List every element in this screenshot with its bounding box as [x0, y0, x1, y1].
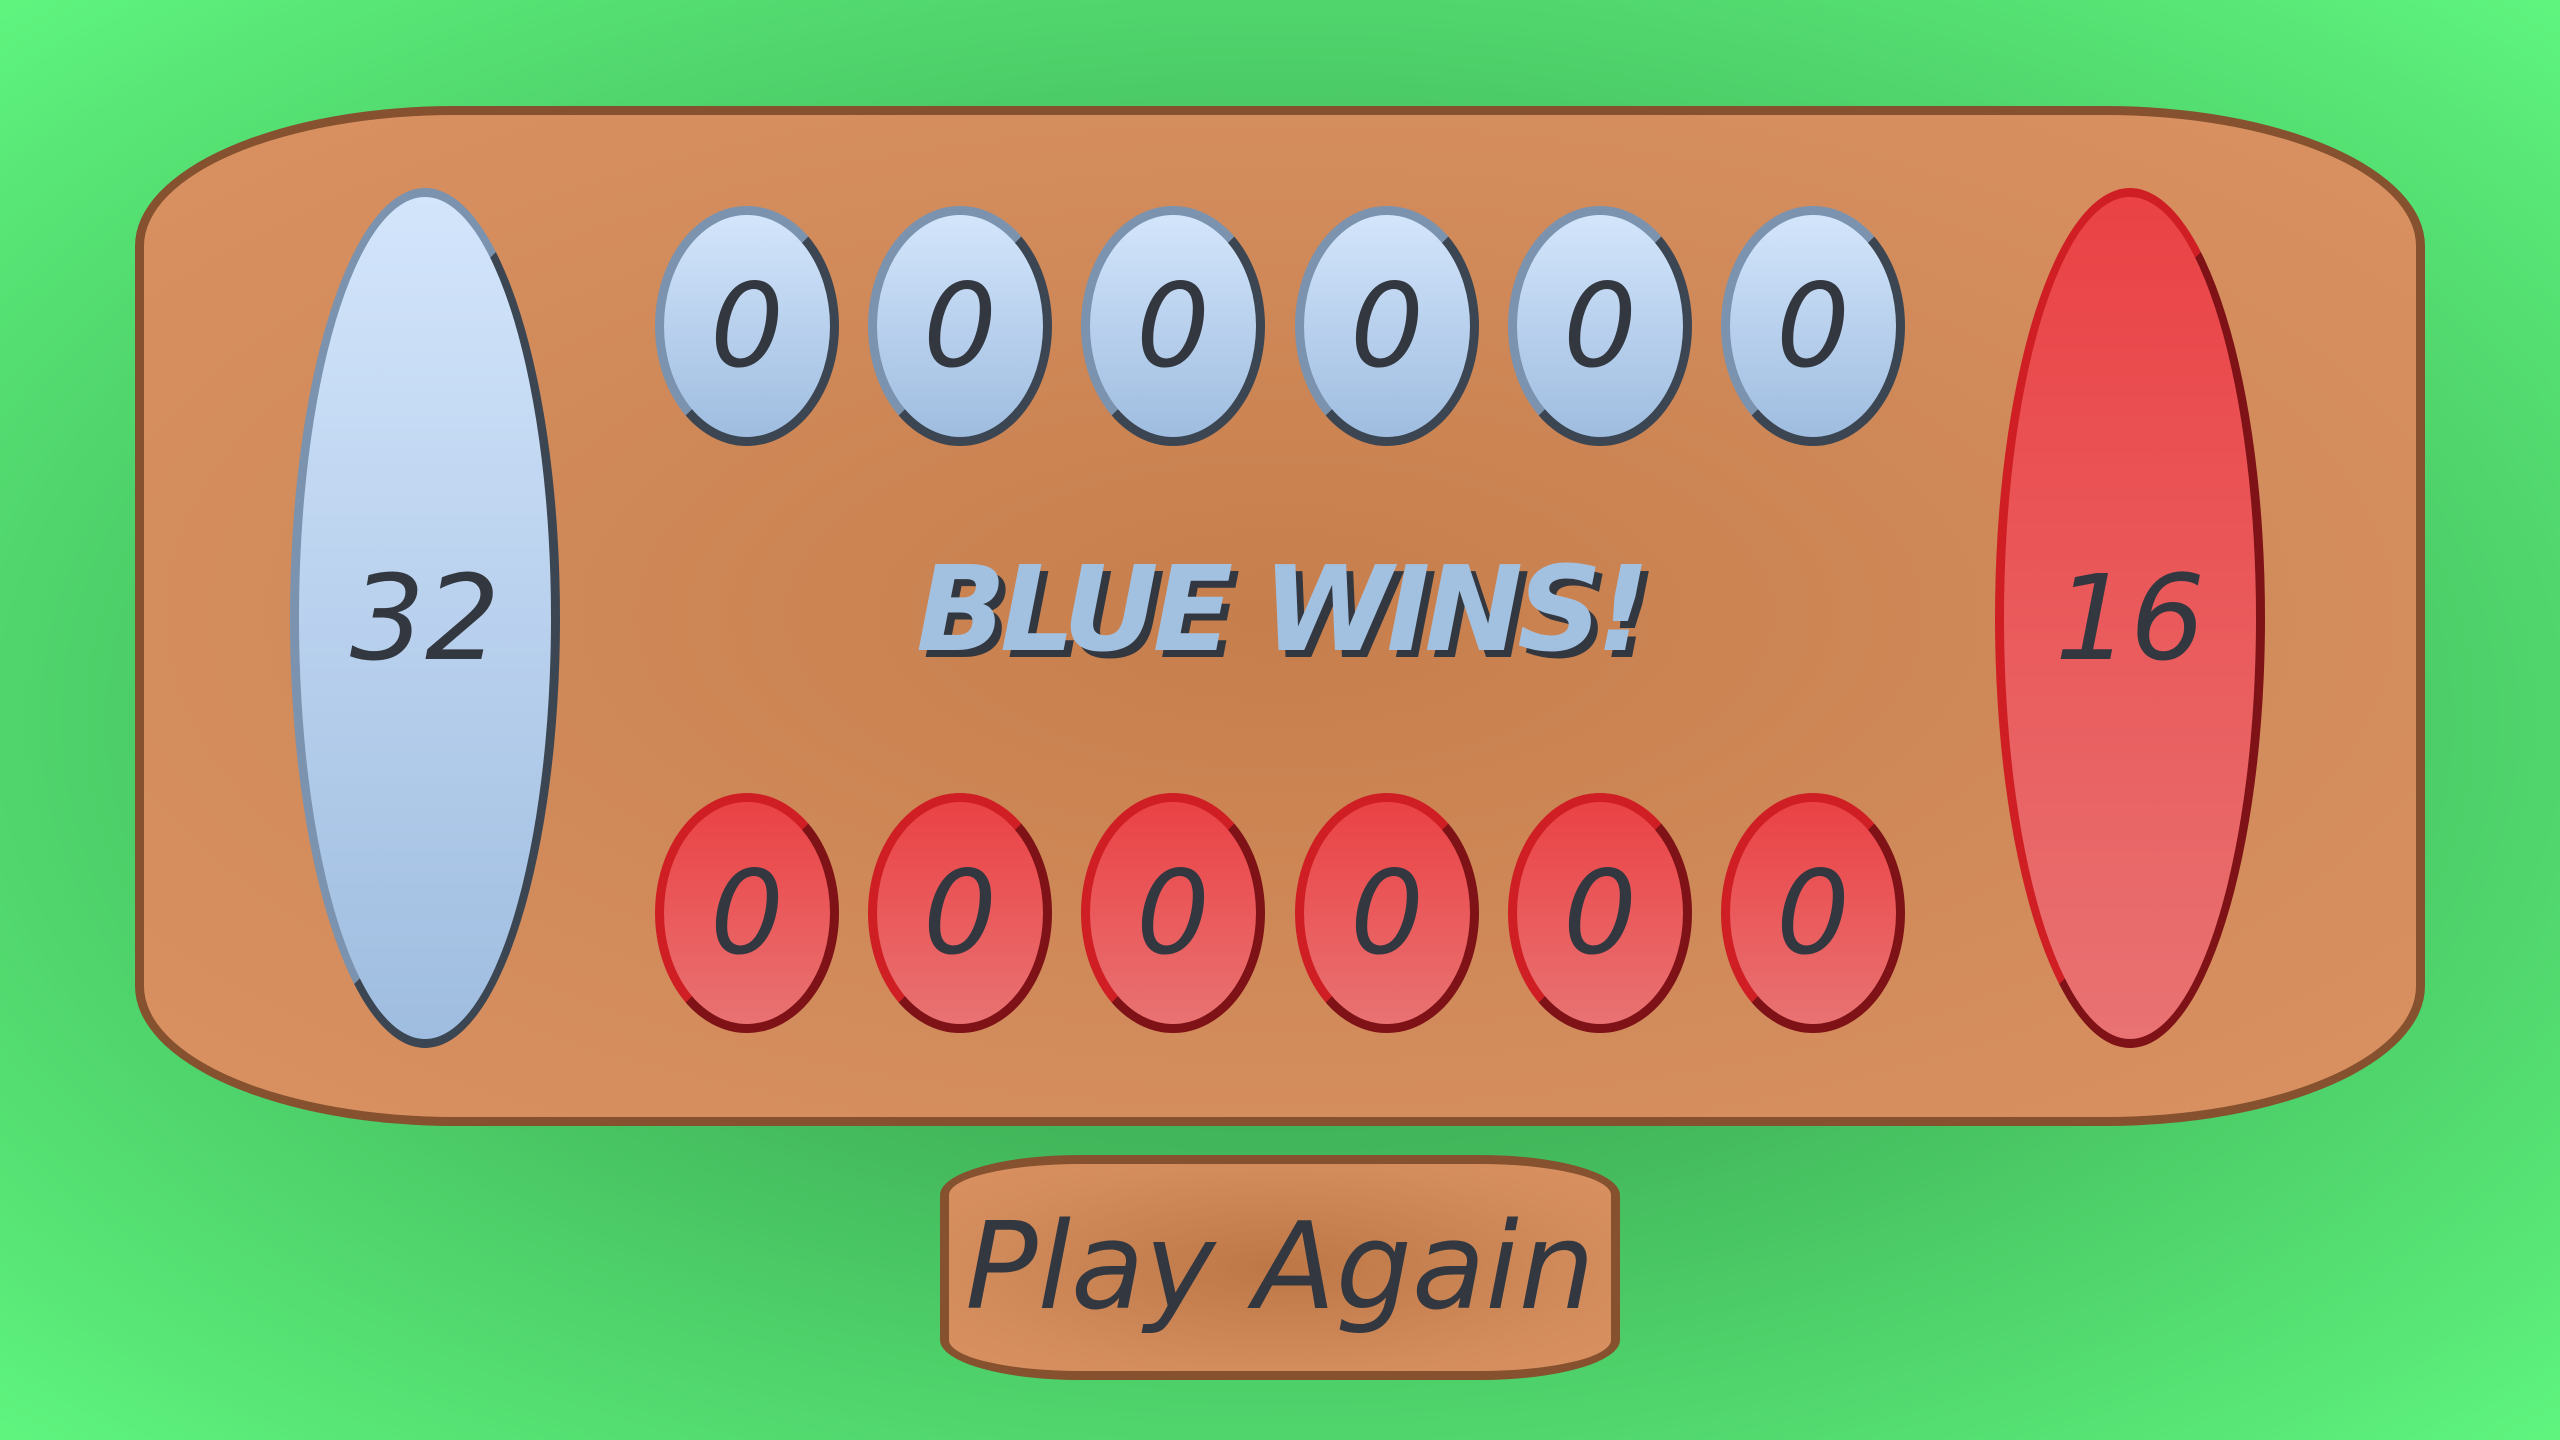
blue-store-count: 32	[349, 549, 501, 687]
winner-status: BLUE WINS!	[916, 540, 1650, 678]
red-pit-row: 0 0 0 0 0 0	[655, 793, 1905, 1033]
pit-count: 0	[1136, 845, 1210, 981]
red-pit-4[interactable]: 0	[1295, 793, 1479, 1033]
pit-count: 0	[1350, 845, 1424, 981]
red-pit-5[interactable]: 0	[1508, 793, 1692, 1033]
blue-store[interactable]: 32	[290, 188, 560, 1048]
blue-pit-6[interactable]: 0	[1721, 206, 1905, 446]
pit-count: 0	[1350, 258, 1424, 394]
blue-pit-4[interactable]: 0	[1295, 206, 1479, 446]
pit-count: 0	[1563, 845, 1637, 981]
red-pit-3[interactable]: 0	[1081, 793, 1265, 1033]
pit-count: 0	[1776, 258, 1850, 394]
pit-count: 0	[923, 845, 997, 981]
red-pit-1[interactable]: 0	[655, 793, 839, 1033]
red-store-count: 16	[2054, 549, 2206, 687]
red-store[interactable]: 16	[1995, 188, 2265, 1048]
blue-pit-5[interactable]: 0	[1508, 206, 1692, 446]
blue-pit-1[interactable]: 0	[655, 206, 839, 446]
play-again-button[interactable]: Play Again	[940, 1155, 1620, 1380]
play-again-label: Play Again	[965, 1198, 1595, 1337]
pit-count: 0	[1563, 258, 1637, 394]
blue-pit-row: 0 0 0 0 0 0	[655, 206, 1905, 446]
pit-count: 0	[710, 845, 784, 981]
pit-count: 0	[710, 258, 784, 394]
red-pit-2[interactable]: 0	[868, 793, 1052, 1033]
blue-pit-3[interactable]: 0	[1081, 206, 1265, 446]
pit-count: 0	[1136, 258, 1210, 394]
red-pit-6[interactable]: 0	[1721, 793, 1905, 1033]
pit-count: 0	[923, 258, 997, 394]
pit-count: 0	[1776, 845, 1850, 981]
blue-pit-2[interactable]: 0	[868, 206, 1052, 446]
